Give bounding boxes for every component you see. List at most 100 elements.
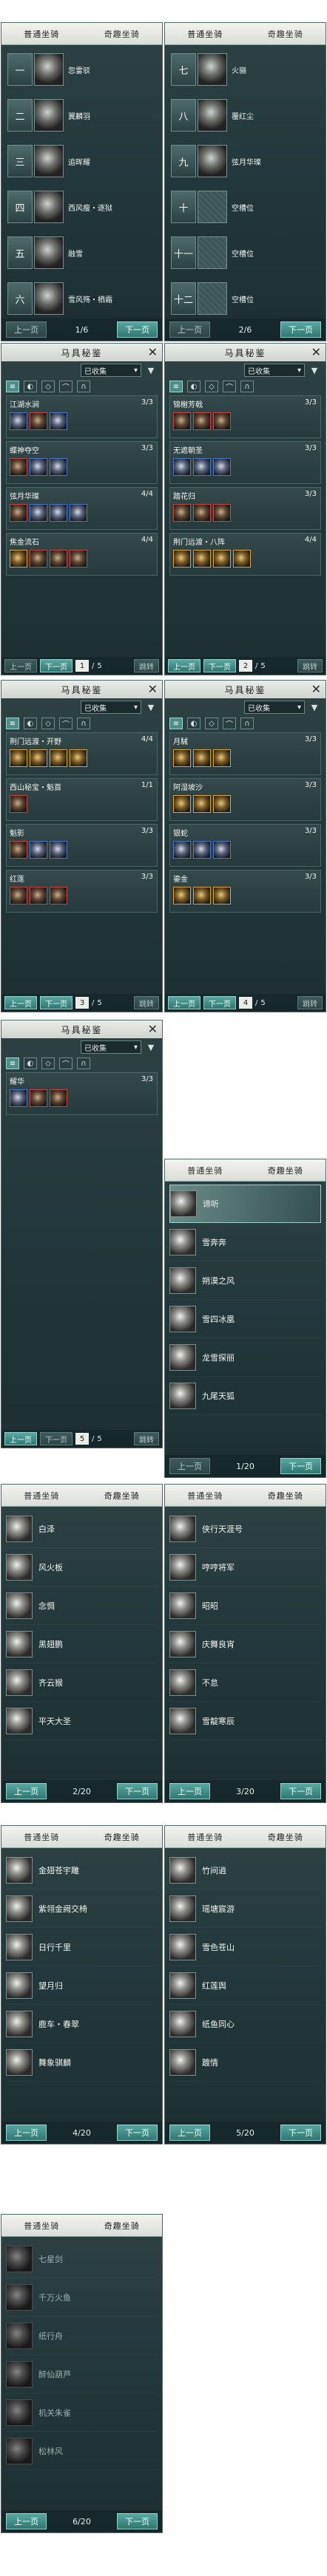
special-mount-row[interactable]: 风火板 <box>6 1548 158 1587</box>
tack-item-icon[interactable] <box>50 749 67 767</box>
rein-icon[interactable]: ⌒ <box>59 718 73 729</box>
special-mount-row[interactable]: 黑翅鹏 <box>6 1625 158 1663</box>
tack-set-card[interactable]: 踏花归 3/3 <box>169 487 321 530</box>
special-mount-row[interactable]: 齐云猴 <box>6 1663 158 1702</box>
tack-item-icon[interactable] <box>10 504 27 522</box>
prev-page-button[interactable]: 上一页 <box>4 1432 37 1445</box>
special-mount-row[interactable]: 纸行舟 <box>6 2317 158 2355</box>
ornament-icon[interactable]: ◇ <box>205 718 218 729</box>
tack-item-icon[interactable] <box>50 841 67 859</box>
page-number-input[interactable]: 3 <box>75 997 89 1009</box>
special-mount-row[interactable]: 纸鱼同心 <box>169 2005 321 2043</box>
tab-normal-mount[interactable]: 普通坐骑 <box>1 23 82 44</box>
prev-page-button[interactable]: 上一页 <box>4 996 37 1009</box>
mount-slot[interactable]: 四 西风瘦・逐狱 <box>7 187 156 227</box>
saddle-icon[interactable]: ◐ <box>24 381 37 392</box>
tack-item-icon[interactable] <box>30 550 47 568</box>
special-mount-row[interactable]: 侠行天涯号 <box>169 1510 321 1548</box>
tack-item-icon[interactable] <box>50 458 67 476</box>
filter-funnel-icon[interactable]: ▼ <box>146 1042 156 1052</box>
next-page-button[interactable]: 下一页 <box>117 2513 158 2529</box>
tack-item-icon[interactable] <box>193 749 211 767</box>
tab-special-mount[interactable]: 奇趣坐骑 <box>246 23 326 44</box>
mount-slot[interactable]: 二 翼麟羽 <box>7 95 156 135</box>
ornament-icon[interactable]: ◇ <box>41 1057 55 1069</box>
tack-item-icon[interactable] <box>173 458 191 476</box>
tack-item-icon[interactable] <box>193 458 211 476</box>
stirrup-icon[interactable]: ∩ <box>77 381 90 392</box>
special-mount-row[interactable]: 松林风 <box>6 2432 158 2470</box>
tack-item-icon[interactable] <box>10 550 27 568</box>
tab-special-mount[interactable]: 奇趣坐骑 <box>82 2215 163 2236</box>
saddle-icon[interactable]: ◐ <box>187 381 200 392</box>
prev-page-button[interactable]: 上一页 <box>6 1783 47 1799</box>
next-page-button[interactable]: 下一页 <box>280 2124 321 2141</box>
special-mount-row[interactable]: 醉仙葫芦 <box>6 2355 158 2393</box>
next-page-button[interactable]: 下一页 <box>117 1783 158 1799</box>
tab-special-mount[interactable]: 奇趣坐骑 <box>246 1826 326 1847</box>
rein-icon[interactable]: ⌒ <box>223 381 236 392</box>
special-mount-row[interactable]: 雪奔奔 <box>169 1223 321 1261</box>
tack-item-icon[interactable] <box>30 504 47 522</box>
tack-set-card[interactable]: 红莲 3/3 <box>6 870 158 913</box>
tack-item-icon[interactable] <box>10 887 27 904</box>
special-mount-row[interactable]: 七星剑 <box>6 2240 158 2278</box>
tack-item-icon[interactable] <box>213 458 231 476</box>
next-page-button[interactable]: 下一页 <box>280 1783 321 1799</box>
jump-button[interactable]: 跳转 <box>297 996 323 1009</box>
tack-item-icon[interactable] <box>173 795 191 813</box>
tack-item-icon[interactable] <box>30 749 47 767</box>
prev-page-button[interactable]: 上一页 <box>6 321 47 338</box>
special-mount-row[interactable]: 庆舞良宵 <box>169 1625 321 1663</box>
ornament-icon[interactable]: ◇ <box>41 718 55 729</box>
tack-set-card[interactable]: 耀华 3/3 <box>6 1072 158 1115</box>
all-icon[interactable]: ≡ <box>6 718 19 729</box>
tack-item-icon[interactable] <box>173 749 191 767</box>
rein-icon[interactable]: ⌒ <box>59 1057 73 1069</box>
jump-button[interactable]: 跳转 <box>297 659 323 672</box>
tack-set-card[interactable]: 魁影 3/3 <box>6 824 158 867</box>
next-page-button[interactable]: 下一页 <box>40 1432 73 1445</box>
tack-item-icon[interactable] <box>173 550 191 568</box>
all-icon[interactable]: ≡ <box>6 1057 19 1069</box>
special-mount-row[interactable]: 念惆 <box>6 1587 158 1625</box>
collection-filter-select[interactable]: 已收集 ▾ <box>244 701 305 714</box>
special-mount-row[interactable]: 红莲舆 <box>169 1966 321 2005</box>
special-mount-row[interactable]: 机关朱雀 <box>6 2393 158 2432</box>
next-page-button[interactable]: 下一页 <box>203 996 236 1009</box>
tab-normal-mount[interactable]: 普通坐骑 <box>1 1826 82 1847</box>
tab-special-mount[interactable]: 奇趣坐骑 <box>82 1826 163 1847</box>
tack-item-icon[interactable] <box>10 1089 27 1107</box>
tab-normal-mount[interactable]: 普通坐骑 <box>165 1826 246 1847</box>
tack-set-card[interactable]: 焦金流石 4/4 <box>6 533 158 576</box>
tack-item-icon[interactable] <box>233 550 251 568</box>
stirrup-icon[interactable]: ∩ <box>77 718 90 729</box>
all-icon[interactable]: ≡ <box>6 381 19 392</box>
close-icon[interactable]: ✕ <box>148 1022 158 1036</box>
tack-item-icon[interactable] <box>50 504 67 522</box>
mount-slot[interactable]: 九 弦月华璨 <box>171 141 320 181</box>
tack-set-card[interactable]: 无遮朝圣 3/3 <box>169 441 321 484</box>
special-mount-row[interactable]: 金翅苍宇雕 <box>6 1851 158 1890</box>
filter-funnel-icon[interactable]: ▼ <box>146 702 156 712</box>
tack-set-card[interactable]: 荆门远渡・开野 4/4 <box>6 732 158 775</box>
special-mount-row[interactable]: 朔漠之风 <box>169 1261 321 1300</box>
special-mount-row[interactable]: 谛听 <box>169 1185 321 1223</box>
tab-special-mount[interactable]: 奇趣坐骑 <box>82 23 163 44</box>
page-number-input[interactable]: 2 <box>239 660 252 672</box>
collection-filter-select[interactable]: 已收集 ▾ <box>81 701 141 714</box>
tack-set-card[interactable]: 锦榭芳戟 3/3 <box>169 395 321 438</box>
tack-item-icon[interactable] <box>50 887 67 904</box>
stirrup-icon[interactable]: ∩ <box>240 718 254 729</box>
tack-item-icon[interactable] <box>213 550 231 568</box>
tack-item-icon[interactable] <box>213 841 231 859</box>
special-mount-row[interactable]: 千万火鱼 <box>6 2278 158 2317</box>
tack-item-icon[interactable] <box>193 795 211 813</box>
filter-funnel-icon[interactable]: ▼ <box>309 365 320 375</box>
rein-icon[interactable]: ⌒ <box>223 718 236 729</box>
mount-slot[interactable]: 十一 空槽位 <box>171 233 320 273</box>
tack-set-card[interactable]: 月駴 3/3 <box>169 732 321 775</box>
ornament-icon[interactable]: ◇ <box>205 381 218 392</box>
special-mount-row[interactable]: 不怠 <box>169 1663 321 1702</box>
tack-item-icon[interactable] <box>30 1089 47 1107</box>
